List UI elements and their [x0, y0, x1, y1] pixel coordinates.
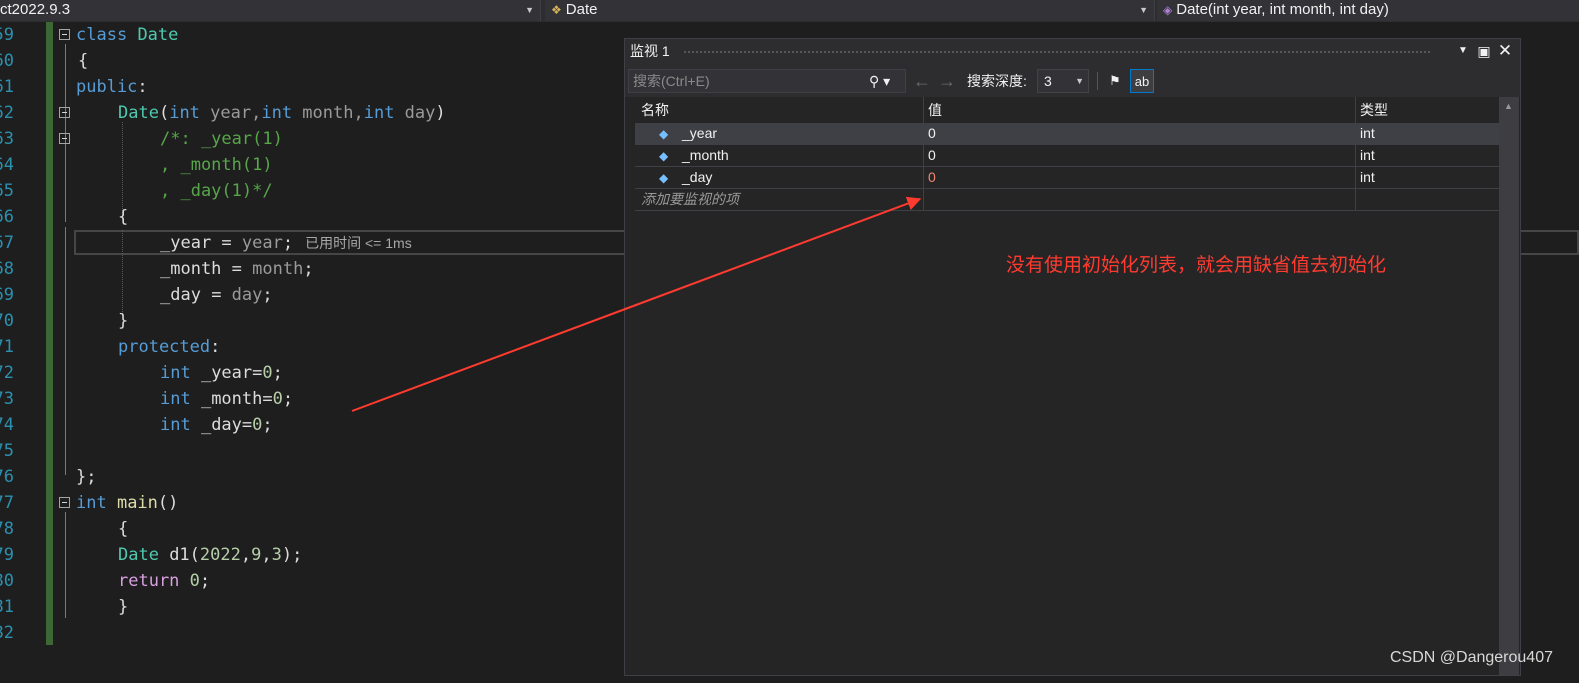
perf-tip[interactable]: 已用时间 <= 1ms — [305, 235, 412, 251]
column-header-type[interactable]: 类型 — [1355, 97, 1499, 123]
watermark: CSDN @Dangerou407 — [1390, 649, 1553, 666]
scroll-up-icon[interactable]: ▲ — [1504, 101, 1513, 111]
forward-arrow-icon[interactable]: → — [938, 69, 956, 93]
column-header-name[interactable]: 名称 — [635, 97, 923, 123]
scope-dropdown[interactable]: ❖ Date ▼ — [545, 0, 1155, 21]
chevron-down-icon: ▼ — [1139, 5, 1148, 15]
close-icon[interactable]: ✕ — [1495, 39, 1515, 63]
project-dropdown[interactable]: ct2022.9.3 ▼ — [0, 0, 541, 21]
vertical-scrollbar[interactable]: ▲ — [1499, 97, 1519, 675]
watch-title: 监视 1 — [630, 43, 670, 59]
drag-grip[interactable] — [683, 50, 1432, 53]
method-icon: ◈ — [1163, 3, 1173, 17]
member-label: Date(int year, int month, int day) — [1176, 1, 1389, 18]
project-label: ct2022.9.3 — [0, 1, 71, 18]
annotation-text: 没有使用初始化列表，就会用缺省值去初始化 — [1006, 255, 1387, 276]
table-row[interactable]: ◆ _year 0 int — [635, 123, 1499, 145]
back-arrow-icon[interactable]: ← — [913, 69, 931, 93]
column-header-value[interactable]: 值 — [923, 97, 1355, 123]
table-row[interactable]: ◆ _month 0 int — [635, 145, 1499, 167]
pin-icon[interactable]: ⚑ — [1103, 69, 1127, 93]
watch-toolbar: 搜索(Ctrl+E) ⚲ ▾ ← → 搜索深度: 3 ▼ ⚑ ab — [625, 63, 1520, 97]
member-dropdown[interactable]: ◈ Date(int year, int month, int day) — [1157, 0, 1579, 21]
grid-header: 名称 值 类型 — [635, 97, 1499, 123]
window-menu-icon[interactable]: ▼ — [1453, 39, 1473, 63]
navigation-bar: ct2022.9.3 ▼ ❖ Date ▼ ◈ Date(int year, int… — [0, 0, 1579, 23]
search-depth-label: 搜索深度: — [967, 73, 1027, 89]
watch-window[interactable]: 监视 1 ▼ ▣ ✕ 搜索(Ctrl+E) ⚲ ▾ ← → 搜索深度: 3 ▼ ⚑… — [624, 38, 1521, 676]
hex-display-icon[interactable]: ab — [1130, 69, 1154, 93]
table-row[interactable]: ◆ _day 0 int — [635, 167, 1499, 189]
watch-title-bar[interactable]: 监视 1 ▼ ▣ ✕ — [625, 39, 1520, 63]
field-icon: ◆ — [659, 171, 669, 185]
field-icon: ◆ — [659, 149, 669, 163]
search-depth-select[interactable]: 3 ▼ — [1037, 69, 1089, 93]
search-input[interactable]: 搜索(Ctrl+E) — [628, 69, 906, 93]
scope-label: Date — [565, 1, 598, 18]
maximize-icon[interactable]: ▣ — [1474, 39, 1494, 63]
toolbar-divider — [1097, 72, 1098, 90]
search-icon[interactable]: ⚲ ▾ — [869, 69, 905, 93]
add-watch-row[interactable]: 添加要监视的项 — [635, 189, 1499, 211]
watch-grid: 名称 值 类型 ◆ _year 0 int ◆ _month 0 int ◆ _day… — [635, 97, 1499, 211]
chevron-down-icon: ▼ — [525, 5, 534, 15]
field-icon: ◆ — [659, 127, 669, 141]
chevron-down-icon: ▼ — [1075, 76, 1084, 86]
class-icon: ❖ — [551, 3, 562, 17]
add-watch-input[interactable]: 添加要监视的项 — [635, 189, 923, 210]
